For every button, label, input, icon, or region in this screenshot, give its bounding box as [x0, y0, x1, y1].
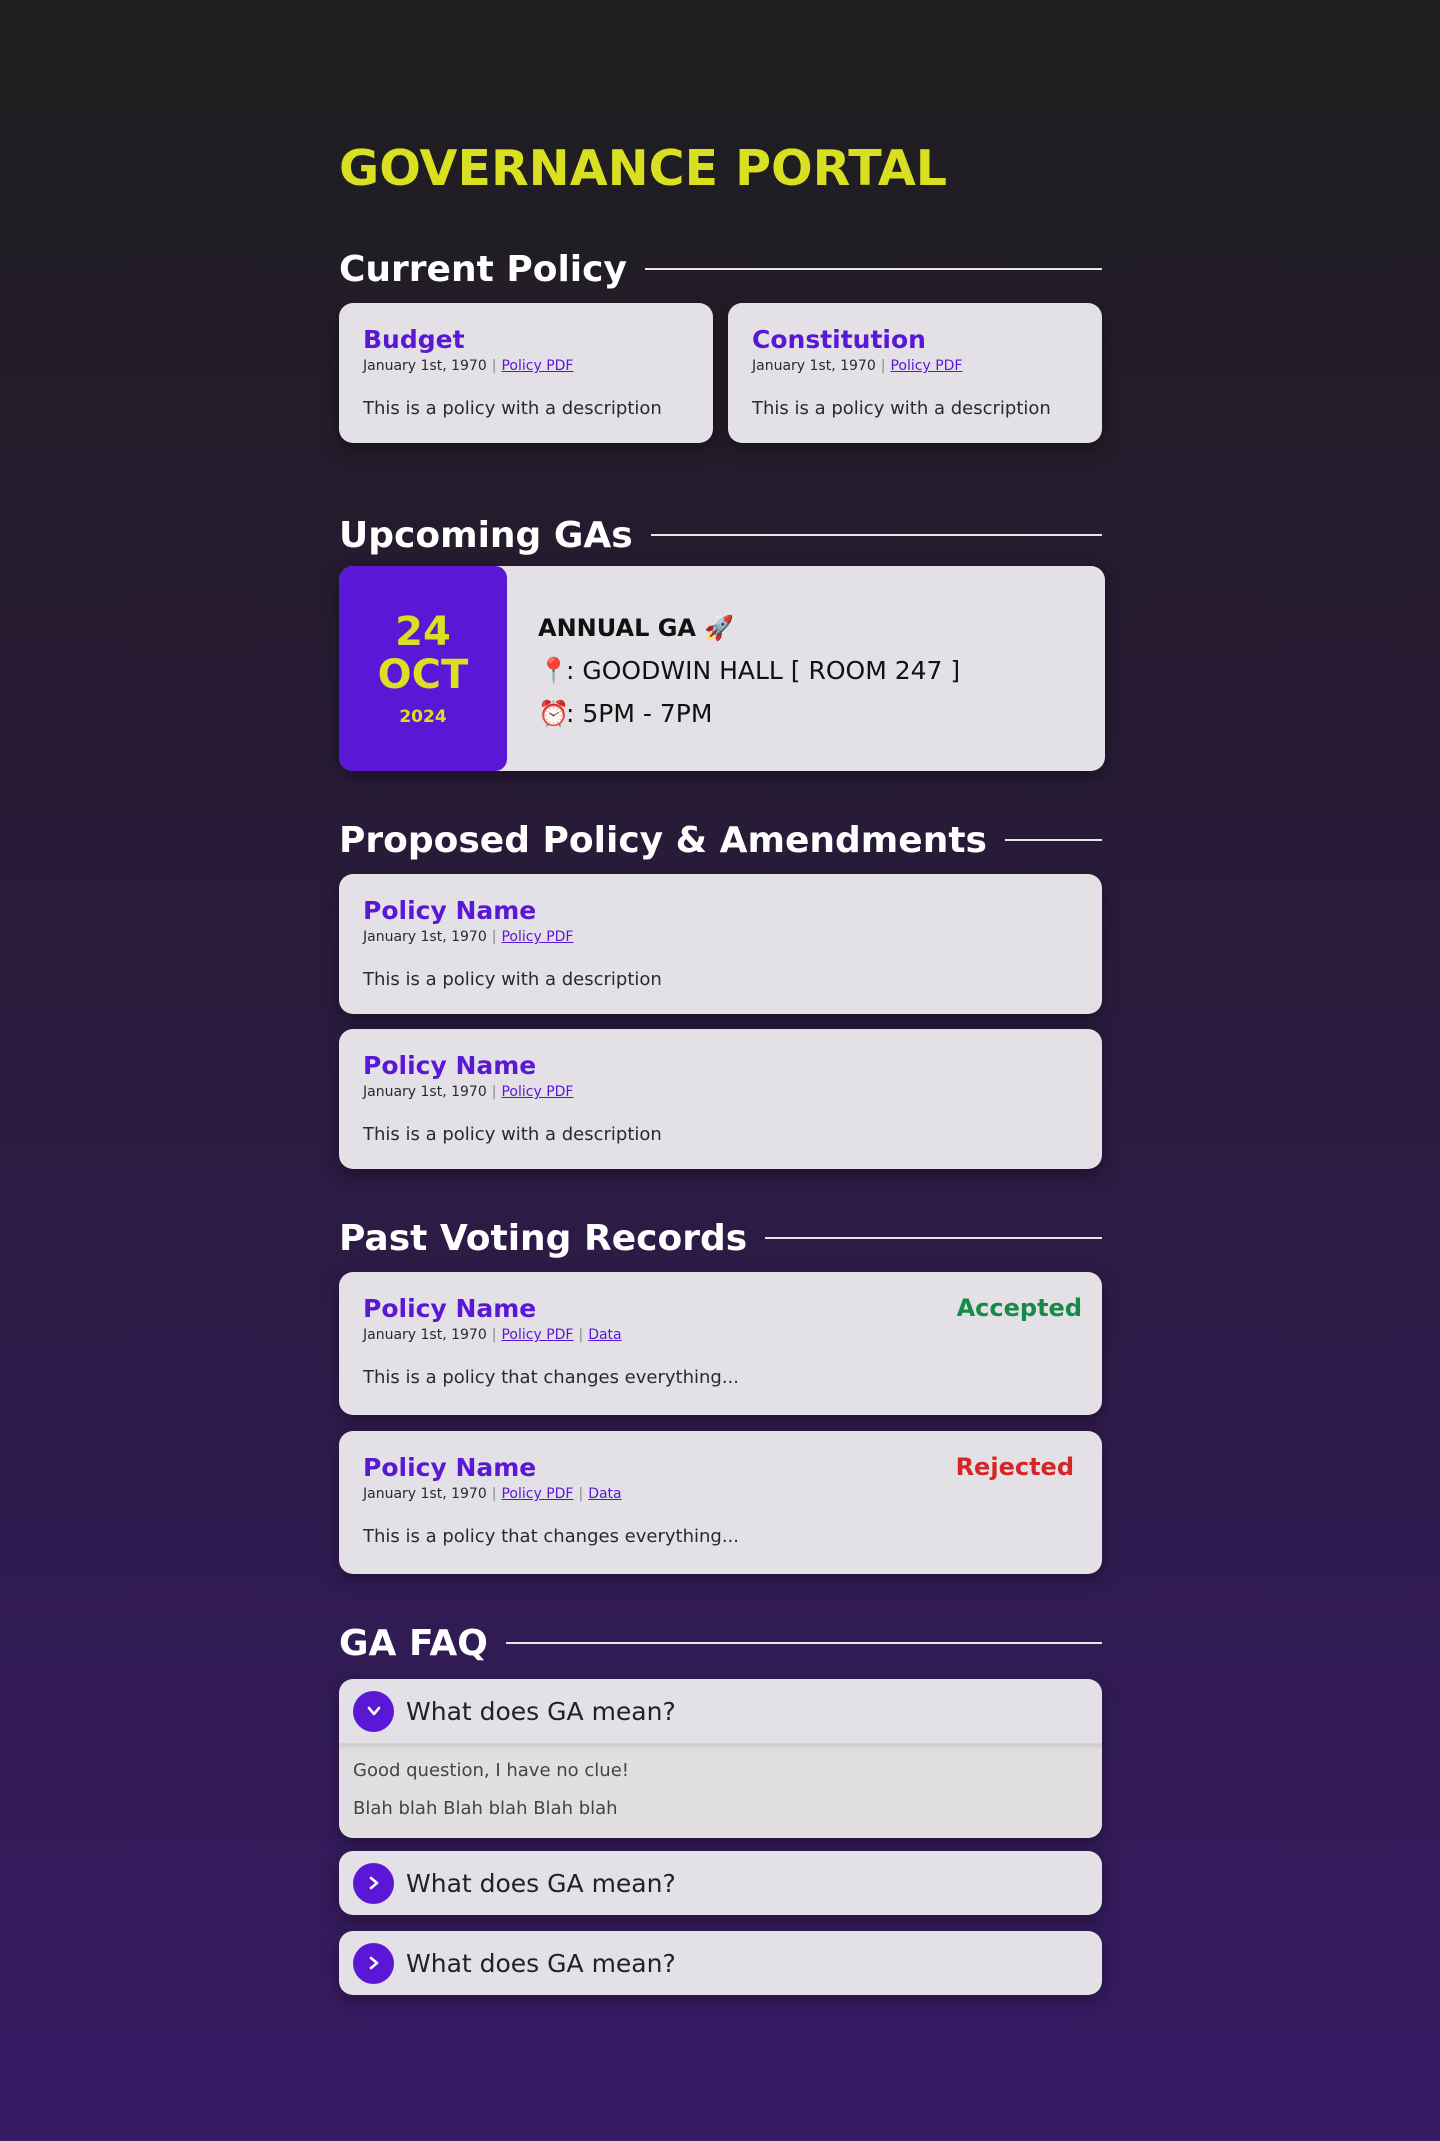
ga-time-text: : 5PM - 7PM: [566, 699, 713, 728]
portal-title: GOVERNANCE PORTAL: [339, 140, 947, 197]
policy-title[interactable]: Policy Name: [363, 896, 1078, 926]
faq-question: What does GA mean?: [406, 1696, 676, 1726]
proposed-policy-card[interactable]: Policy Name January 1st, 1970 | Policy PDF…: [339, 874, 1102, 1014]
meta-separator: |: [578, 1486, 584, 1502]
faq-question-header[interactable]: What does GA mean?: [339, 1679, 1102, 1743]
section-proposed-policy: Proposed Policy & Amendments: [339, 816, 1102, 864]
ga-month: OCT: [377, 651, 469, 698]
section-past-voting: Past Voting Records: [339, 1214, 1102, 1262]
policy-meta: January 1st, 1970 | Policy PDF: [363, 928, 1078, 946]
pin-icon: 📍: [538, 656, 570, 685]
section-title: Proposed Policy & Amendments: [339, 819, 987, 861]
section-ga-faq: GA FAQ: [339, 1619, 1102, 1667]
ga-date-block: 24 OCT 2024: [339, 566, 507, 771]
section-upcoming-gas: Upcoming GAs: [339, 511, 1102, 559]
policy-meta: January 1st, 1970 | Policy PDF: [752, 357, 1078, 375]
policy-description: This is a policy with a description: [363, 398, 662, 419]
faq-item-collapsed[interactable]: What does GA mean?: [339, 1851, 1102, 1915]
faq-item-collapsed[interactable]: What does GA mean?: [339, 1931, 1102, 1995]
section-title: Past Voting Records: [339, 1217, 748, 1259]
faq-toggle-button[interactable]: [353, 1862, 394, 1904]
meta-separator: |: [491, 1486, 497, 1502]
ga-time: ⏰: 5PM - 7PM: [538, 696, 960, 732]
ga-event-card[interactable]: 24 OCT 2024 ANNUAL GA 🚀 📍: GOODWIN HALL …: [339, 566, 1105, 771]
chevron-down-icon: [367, 1706, 380, 1716]
alarm-clock-icon: ⏰: [538, 699, 570, 728]
section-divider: [765, 1237, 1102, 1239]
data-link[interactable]: Data: [588, 1327, 621, 1343]
meta-separator: |: [491, 1084, 497, 1100]
ga-day: 24: [395, 608, 451, 655]
ga-location: 📍: GOODWIN HALL [ ROOM 247 ]: [538, 653, 960, 689]
policy-description: This is a policy with a description: [363, 969, 662, 990]
policy-description: This is a policy with a description: [752, 398, 1051, 419]
section-current-policy: Current Policy: [339, 245, 1102, 293]
voting-record-card[interactable]: Policy Name January 1st, 1970 | Policy PDF…: [339, 1272, 1102, 1415]
policy-title[interactable]: Constitution: [752, 325, 1078, 355]
section-title: Upcoming GAs: [339, 514, 633, 556]
faq-answer: Good question, I have no clue! Blah blah…: [339, 1743, 1102, 1838]
ga-year: 2024: [399, 706, 447, 727]
policy-date: January 1st, 1970: [363, 1327, 487, 1343]
faq-question-header[interactable]: What does GA mean?: [339, 1931, 1102, 1995]
section-divider: [650, 534, 1102, 536]
meta-separator: |: [491, 358, 497, 374]
faq-answer-line: Good question, I have no clue!: [353, 1760, 629, 1781]
faq-answer-line: Blah blah Blah blah Blah blah: [353, 1798, 618, 1819]
policy-date: January 1st, 1970: [363, 1084, 487, 1100]
policy-pdf-link[interactable]: Policy PDF: [501, 929, 573, 945]
faq-question: What does GA mean?: [406, 1948, 676, 1978]
chevron-right-icon: [369, 1956, 378, 1970]
policy-description: This is a policy with a description: [363, 1124, 662, 1145]
section-divider: [1004, 839, 1102, 841]
meta-separator: |: [491, 929, 497, 945]
policy-card-budget[interactable]: Budget January 1st, 1970 | Policy PDF This…: [339, 303, 713, 443]
policy-pdf-link[interactable]: Policy PDF: [501, 1486, 573, 1502]
policy-date: January 1st, 1970: [363, 929, 487, 945]
policy-description: This is a policy that changes everything…: [363, 1526, 740, 1547]
ga-name: ANNUAL GA 🚀: [538, 614, 735, 642]
faq-question-header[interactable]: What does GA mean?: [339, 1851, 1102, 1915]
policy-date: January 1st, 1970: [752, 358, 876, 374]
meta-separator: |: [578, 1327, 584, 1343]
policy-meta: January 1st, 1970 | Policy PDF | Data: [363, 1485, 1078, 1503]
status-badge-accepted: Accepted: [956, 1294, 1082, 1322]
section-divider: [505, 1642, 1102, 1644]
policy-title[interactable]: Policy Name: [363, 1051, 1078, 1081]
faq-toggle-button[interactable]: [353, 1942, 394, 1984]
faq-item-expanded: What does GA mean? Good question, I have…: [339, 1679, 1102, 1838]
faq-question: What does GA mean?: [406, 1868, 676, 1898]
policy-date: January 1st, 1970: [363, 1486, 487, 1502]
faq-toggle-button[interactable]: [353, 1690, 394, 1732]
status-badge-rejected: Rejected: [955, 1453, 1074, 1481]
data-link[interactable]: Data: [588, 1486, 621, 1502]
policy-pdf-link[interactable]: Policy PDF: [501, 358, 573, 374]
policy-title[interactable]: Budget: [363, 325, 689, 355]
policy-meta: January 1st, 1970 | Policy PDF | Data: [363, 1326, 1078, 1344]
policy-card-constitution[interactable]: Constitution January 1st, 1970 | Policy PD…: [728, 303, 1102, 443]
policy-description: This is a policy that changes everything…: [363, 1367, 740, 1388]
section-divider: [644, 268, 1102, 270]
section-title: Current Policy: [339, 248, 627, 290]
policy-pdf-link[interactable]: Policy PDF: [890, 358, 962, 374]
meta-separator: |: [880, 358, 886, 374]
policy-meta: January 1st, 1970 | Policy PDF: [363, 1083, 1078, 1101]
policy-meta: January 1st, 1970 | Policy PDF: [363, 357, 689, 375]
policy-date: January 1st, 1970: [363, 358, 487, 374]
section-title: GA FAQ: [339, 1622, 488, 1664]
proposed-policy-card[interactable]: Policy Name January 1st, 1970 | Policy PDF…: [339, 1029, 1102, 1169]
meta-separator: |: [491, 1327, 497, 1343]
policy-pdf-link[interactable]: Policy PDF: [501, 1327, 573, 1343]
ga-location-text: : GOODWIN HALL [ ROOM 247 ]: [566, 656, 961, 685]
chevron-right-icon: [369, 1876, 378, 1890]
policy-pdf-link[interactable]: Policy PDF: [501, 1084, 573, 1100]
voting-record-card[interactable]: Policy Name January 1st, 1970 | Policy PDF…: [339, 1431, 1102, 1574]
ga-info: ANNUAL GA 🚀 📍: GOODWIN HALL [ ROOM 247 ]…: [538, 610, 960, 732]
